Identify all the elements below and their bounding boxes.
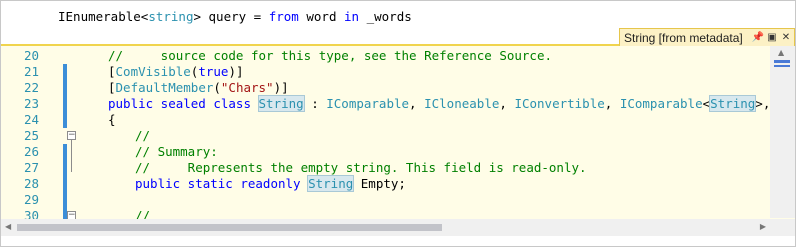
line-number: 24 bbox=[23, 112, 39, 127]
line-number: 20 bbox=[23, 48, 39, 63]
line-number: 21 bbox=[23, 64, 39, 79]
scroll-marker bbox=[774, 60, 790, 63]
collapse-icon[interactable]: − bbox=[67, 131, 76, 140]
code-line[interactable]: // Summary: bbox=[135, 144, 218, 160]
type-string: string bbox=[148, 9, 194, 24]
peek-definition-window: String [from metadata] 📌 ▣ ✕ 20 21 22 23… bbox=[1, 28, 795, 236]
code-line-query[interactable]: IEnumerable<string> query = from word in… bbox=[58, 9, 412, 25]
line-number: 29 bbox=[23, 192, 39, 207]
peek-title: String [from metadata] bbox=[624, 30, 743, 45]
line-number: 25 bbox=[23, 128, 39, 143]
peek-tab[interactable]: String [from metadata] 📌 ▣ ✕ bbox=[619, 28, 795, 46]
code-line[interactable]: [DefaultMember("Chars")] bbox=[108, 80, 289, 96]
line-number: 26 bbox=[23, 144, 39, 159]
horizontal-scrollbar[interactable]: ◀ ▶ bbox=[1, 219, 770, 236]
scroll-up-icon[interactable]: ▲ bbox=[778, 48, 784, 57]
line-number: 27 bbox=[23, 160, 39, 175]
promote-icon[interactable]: ▣ bbox=[766, 31, 778, 45]
code-line[interactable]: // Represents the empty string. This fie… bbox=[135, 160, 587, 176]
scroll-thumb[interactable] bbox=[17, 224, 442, 231]
pin-icon[interactable]: 📌 bbox=[752, 31, 764, 45]
line-number-gutter: 20 21 22 23 24 25 26 27 28 29 30 bbox=[1, 46, 61, 236]
close-icon[interactable]: ✕ bbox=[780, 31, 792, 45]
code-line[interactable]: // bbox=[135, 128, 150, 144]
code-line[interactable]: [ComVisible(true)] bbox=[108, 64, 244, 80]
editor-frame: IEnumerable<string> query = from word in… bbox=[0, 0, 796, 247]
line-number: 23 bbox=[23, 96, 39, 111]
change-indicator bbox=[63, 64, 67, 128]
scroll-left-icon[interactable]: ◀ bbox=[5, 222, 11, 231]
outline-line bbox=[71, 140, 72, 172]
code-line[interactable]: public sealed class String : IComparable… bbox=[108, 95, 795, 112]
vertical-scrollbar[interactable]: ▲ bbox=[770, 46, 795, 218]
scroll-corner bbox=[770, 219, 795, 236]
code-line[interactable]: public static readonly String Empty; bbox=[135, 175, 406, 192]
code-line[interactable]: // source code for this type, see the Re… bbox=[108, 48, 552, 64]
line-number: 22 bbox=[23, 80, 39, 95]
scroll-right-icon[interactable]: ▶ bbox=[760, 222, 766, 231]
scroll-marker bbox=[774, 65, 790, 67]
line-number: 28 bbox=[23, 176, 39, 191]
code-line[interactable]: { bbox=[108, 112, 116, 128]
